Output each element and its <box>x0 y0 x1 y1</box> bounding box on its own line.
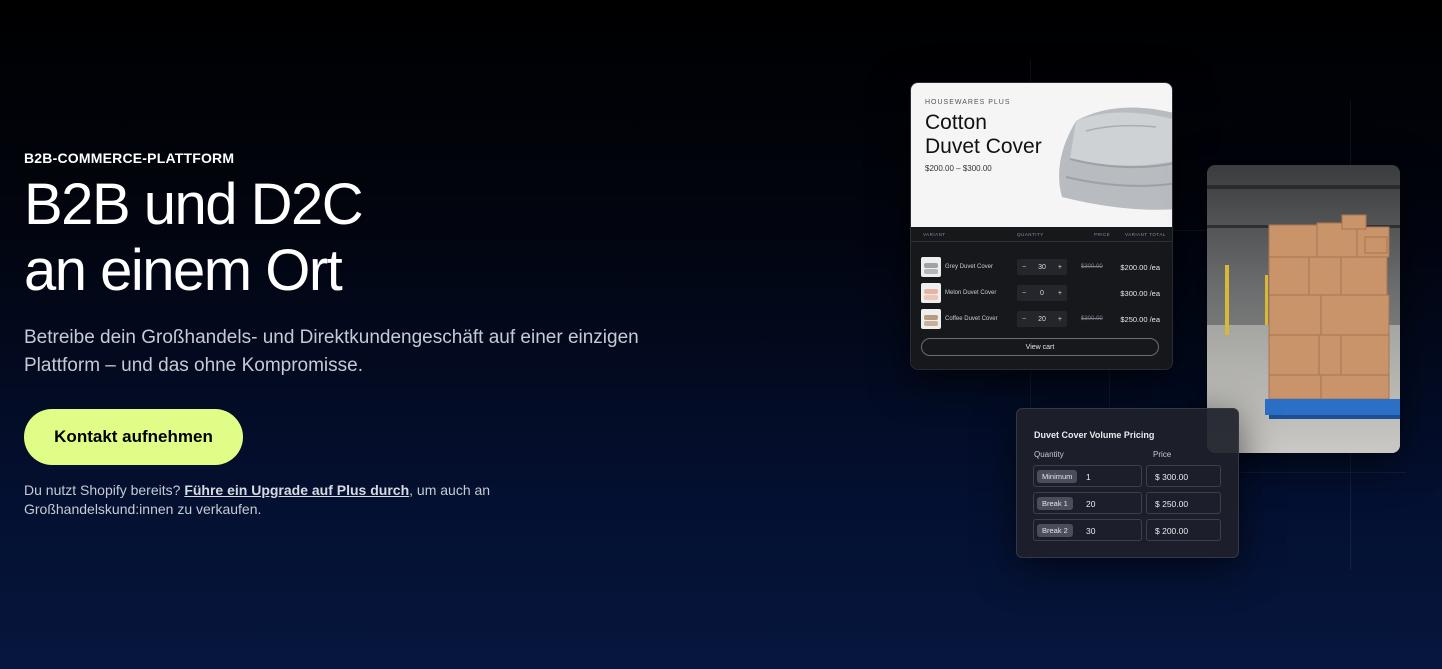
variant-name: Coffee Duvet Cover <box>945 316 998 322</box>
eyebrow-label: B2B-COMMERCE-PLATTFORM <box>24 150 235 166</box>
minus-icon[interactable]: − <box>1022 316 1026 323</box>
old-price: $300.00 <box>1081 316 1103 322</box>
variant-thumbnail <box>921 283 941 303</box>
volume-pricing-card: Duvet Cover Volume Pricing Quantity Pric… <box>1016 408 1239 558</box>
tier-badge: Minimum <box>1037 470 1078 483</box>
quantity-field[interactable]: Break 1 20 <box>1033 492 1142 514</box>
column-header: QUANTITY <box>1017 231 1044 237</box>
quantity-field[interactable]: Minimum 1 <box>1033 465 1142 487</box>
title-line: Duvet Cover <box>925 135 1042 158</box>
hero-subline: Betreibe dein Großhandels- und Direktkun… <box>24 327 639 376</box>
variant-name: Grey Duvet Cover <box>945 264 994 270</box>
tier-quantity: 20 <box>1086 499 1096 509</box>
column-header: PRICE <box>1094 231 1111 237</box>
page-title: B2B und D2C an einem Ort <box>24 172 744 304</box>
quantity-column-label: Quantity <box>1034 450 1064 459</box>
table-row: Coffee Duvet Cover − 20 + $300.00 $250.0… <box>911 306 1172 332</box>
column-header: VARIANT <box>923 231 946 237</box>
quantity-stepper[interactable]: − 20 + <box>1017 311 1067 327</box>
price-field[interactable]: $ 200.00 <box>1146 519 1221 541</box>
pricing-row: Break 1 20 $ 250.00 <box>1033 492 1221 514</box>
minus-icon[interactable]: − <box>1022 290 1026 297</box>
price-field[interactable]: $ 250.00 <box>1146 492 1221 514</box>
variant-price: $300.00 /ea <box>1120 289 1160 298</box>
product-header: HOUSEWARES PLUS Cotton Duvet Cover $200.… <box>911 83 1172 227</box>
quantity-value: 20 <box>1038 315 1046 323</box>
contact-button[interactable]: Kontakt aufnehmen <box>24 409 243 465</box>
variant-price: $250.00 /ea <box>1120 315 1160 324</box>
grid-line <box>1236 472 1406 473</box>
variant-name: Melon Duvet Cover <box>945 290 997 296</box>
quantity-value: 0 <box>1040 289 1044 297</box>
quantity-stepper[interactable]: − 0 + <box>1017 285 1067 301</box>
title-line: Cotton <box>925 111 987 134</box>
headline-line: B2B und D2C <box>24 172 364 237</box>
plus-icon[interactable]: + <box>1058 316 1062 323</box>
headline-line: an einem Ort <box>24 238 343 303</box>
pricing-row: Minimum 1 $ 300.00 <box>1033 465 1221 487</box>
tier-quantity: 30 <box>1086 526 1096 536</box>
pricing-row: Break 2 30 $ 200.00 <box>1033 519 1221 541</box>
tier-badge: Break 2 <box>1037 524 1073 537</box>
column-header: VARIANT TOTAL <box>1125 231 1166 237</box>
old-price: $300.00 <box>1081 264 1103 270</box>
variant-table-header: VARIANT QUANTITY PRICE VARIANT TOTAL <box>911 227 1172 242</box>
view-cart-button[interactable]: View cart <box>921 338 1159 356</box>
price-column-label: Price <box>1153 450 1172 459</box>
quantity-value: 30 <box>1038 263 1046 271</box>
upgrade-note: Du nutzt Shopify bereits? Führe ein Upgr… <box>24 481 544 519</box>
pricing-title: Duvet Cover Volume Pricing <box>1034 430 1155 440</box>
hero-text: B2B-COMMERCE-PLATTFORM B2B und D2C an ei… <box>24 150 744 380</box>
variant-price: $200.00 /ea <box>1120 263 1160 272</box>
quantity-stepper[interactable]: − 30 + <box>1017 259 1067 275</box>
plus-icon[interactable]: + <box>1058 290 1062 297</box>
note-prefix: Du nutzt Shopify bereits? <box>24 482 181 498</box>
variant-thumbnail <box>921 257 941 277</box>
grid-line <box>1170 230 1210 231</box>
table-row: Grey Duvet Cover − 30 + $300.00 $200.00 … <box>911 254 1172 280</box>
product-card: HOUSEWARES PLUS Cotton Duvet Cover $200.… <box>910 82 1173 370</box>
tier-quantity: 1 <box>1086 472 1091 482</box>
brand-label: HOUSEWARES PLUS <box>925 99 1011 106</box>
tier-badge: Break 1 <box>1037 497 1073 510</box>
plus-icon[interactable]: + <box>1058 264 1062 271</box>
upgrade-plus-link[interactable]: Führe ein Upgrade auf Plus durch <box>184 482 409 498</box>
product-title: Cotton Duvet Cover <box>925 111 1042 159</box>
price-range: $200.00 – $300.00 <box>925 164 992 173</box>
price-field[interactable]: $ 300.00 <box>1146 465 1221 487</box>
variant-thumbnail <box>921 309 941 329</box>
quantity-field[interactable]: Break 2 30 <box>1033 519 1142 541</box>
table-row: Melon Duvet Cover − 0 + $300.00 /ea <box>911 280 1172 306</box>
duvet-image <box>1059 107 1172 210</box>
minus-icon[interactable]: − <box>1022 264 1026 271</box>
